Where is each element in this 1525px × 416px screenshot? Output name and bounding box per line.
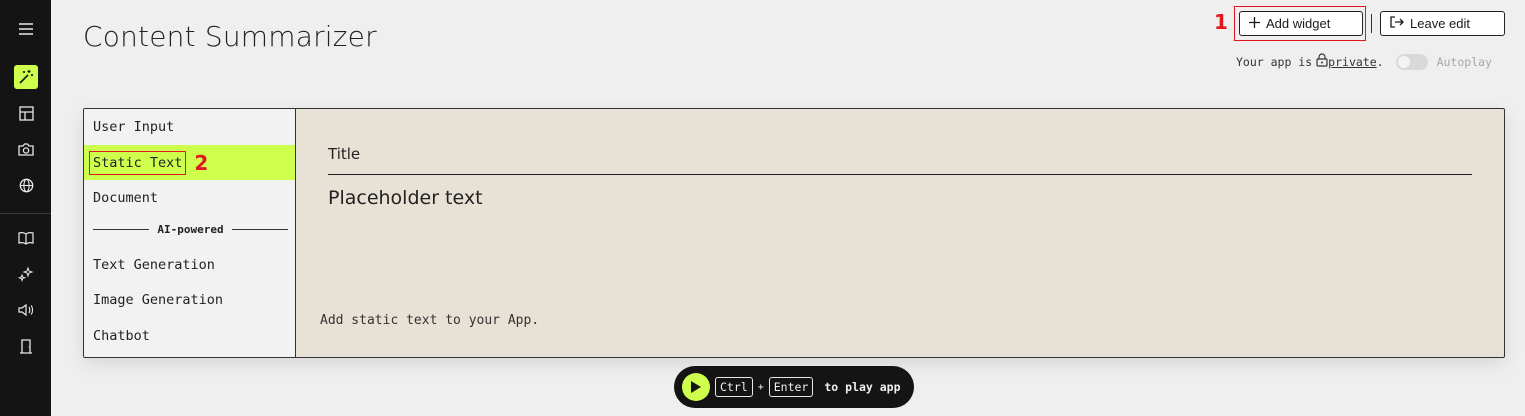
divider-line [231,229,289,230]
lock-icon [1316,53,1328,70]
autoplay-toggle[interactable] [1395,53,1428,70]
widget-preview: Title Placeholder text Add static text t… [296,109,1504,357]
section-label: AI-powered [157,223,224,236]
widget-item-label: User Input [93,118,175,135]
magic-wand-icon[interactable] [14,65,38,89]
widget-item-static-text[interactable]: Static Text 2 [84,145,295,180]
book-icon[interactable] [14,226,38,250]
widget-item-image-generation[interactable]: Image Generation [84,282,295,317]
plus-sign: + [757,381,764,393]
globe-icon[interactable] [14,173,38,197]
play-icon [691,381,701,393]
preview-title: Title [328,145,361,163]
side-rail [0,0,51,416]
privacy-link[interactable]: private [1328,55,1376,69]
privacy-row: Your app is private. Autoplay [1236,53,1492,70]
preview-placeholder-text: Placeholder text [328,187,483,209]
privacy-prefix: Your app is [1236,54,1313,69]
widget-item-label: Text Generation [93,256,215,273]
widget-item-label: Static Text [89,150,187,175]
ctrl-key: Ctrl [715,377,753,397]
leave-edit-label: Leave edit [1410,16,1470,31]
autoplay-label: Autoplay [1436,54,1492,69]
add-widget-label: Add widget [1266,16,1331,31]
widget-item-text-generation[interactable]: Text Generation [84,247,295,282]
rail-divider [0,213,51,214]
add-widget-button[interactable]: Add widget [1239,11,1363,36]
widget-item-label: Document [93,189,159,206]
privacy-suffix: . [1376,54,1384,69]
play-hint: to play app [824,380,901,394]
camera-icon[interactable] [14,137,38,161]
widget-item-user-input[interactable]: User Input [84,109,295,144]
annotation-marker-1: 1 [1214,10,1228,34]
widget-item-label: Chatbot [93,327,150,344]
sparkles-icon[interactable] [14,262,38,286]
leave-edit-button[interactable]: Leave edit [1380,11,1505,36]
play-bar: Ctrl + Enter to play app [674,366,914,408]
play-button[interactable] [682,373,710,401]
preview-underline [328,174,1472,175]
widget-item-chatbot[interactable]: Chatbot [84,318,295,353]
plus-icon [1249,16,1260,31]
menu-icon[interactable] [14,17,38,41]
speaker-icon[interactable] [14,298,38,322]
enter-key: Enter [768,377,814,397]
header-separator [1371,14,1372,33]
layout-icon[interactable] [14,101,38,125]
divider-line [93,229,150,230]
section-divider: AI-powered [93,223,289,236]
annotation-marker-2: 2 [194,150,209,175]
page-title: Content Summarizer [83,20,377,53]
widget-picker: User Input Static Text 2 Document AI-pow… [83,108,1505,358]
widget-item-document[interactable]: Document [84,180,295,215]
door-icon[interactable] [14,334,38,358]
exit-icon [1390,16,1404,31]
widget-list: User Input Static Text 2 Document AI-pow… [84,109,296,357]
preview-description: Add static text to your App. [320,313,540,328]
widget-item-label: Image Generation [93,291,224,308]
